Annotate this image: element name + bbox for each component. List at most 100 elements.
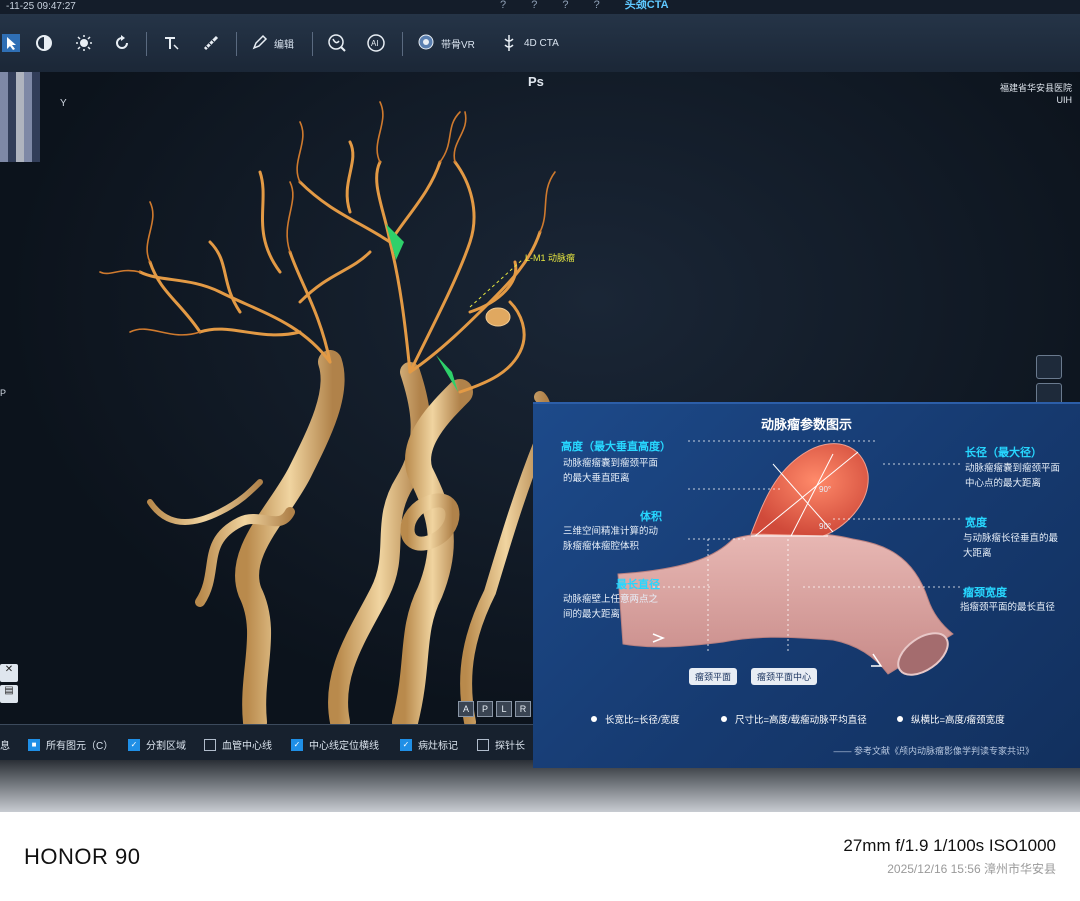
option-info-label: 息 bbox=[0, 741, 10, 752]
height-title: 高度（最大垂直高度） bbox=[561, 441, 671, 453]
device-brand: HONOR 90 bbox=[24, 844, 141, 869]
volume-title: 体积 bbox=[640, 511, 662, 523]
tab-2[interactable]: ? bbox=[531, 0, 537, 11]
volume-desc-line: 脉瘤瘤体瘤腔体积 bbox=[563, 541, 640, 552]
ratio-height-neck: 纵横比=高度/瘤颈宽度 bbox=[897, 712, 1005, 726]
neck-plane-tag: 瘤颈平面 bbox=[689, 668, 738, 685]
rotate-icon bbox=[111, 32, 133, 54]
width-desc: 与动脉瘤长径垂直的最 大距离 bbox=[963, 531, 1058, 561]
option-lesion-marker-label: 病灶标记 bbox=[418, 741, 458, 752]
angle-label: 90° bbox=[819, 485, 832, 494]
side-marker: P bbox=[0, 388, 7, 398]
svg-text:AI: AI bbox=[371, 39, 379, 48]
toolbar-separator bbox=[402, 32, 403, 56]
ruler-tool[interactable] bbox=[200, 30, 222, 56]
option-probe-length[interactable]: 探针长 bbox=[477, 737, 525, 752]
ratio-aspect-text: 长宽比=长径/宽度 bbox=[605, 715, 680, 726]
checkbox-probe-length[interactable] bbox=[477, 738, 489, 751]
vendor-name: UIH bbox=[1056, 95, 1073, 105]
max-diameter-desc: 动脉瘤壁上任意两点之 间的最大距离 bbox=[563, 592, 658, 622]
aneurysm-annotation[interactable]: L-M1 动脉瘤 bbox=[525, 251, 575, 264]
brightness-tool[interactable] bbox=[73, 30, 95, 56]
cta4d-tool[interactable]: 4D CTA bbox=[498, 30, 559, 56]
bone-vr-label: 带骨VR bbox=[441, 39, 475, 51]
toolbar-separator bbox=[312, 32, 313, 56]
aneurysm-parameter-panel: 动脉瘤参数图示 高度（最大垂直高度） 动脉瘤瘤囊到瘤颈平面 的最大垂直距离 体积… bbox=[533, 402, 1080, 768]
datetime: -11-25 09:47:27 bbox=[6, 1, 76, 12]
tab-4[interactable]: ? bbox=[594, 0, 600, 11]
orientation-y-label: Y bbox=[60, 98, 67, 109]
neck-width-title: 瘤颈宽度 bbox=[963, 587, 1007, 599]
vessel-tool[interactable] bbox=[326, 30, 348, 56]
length-title: 长径（最大径） bbox=[965, 447, 1042, 459]
module-tabs: ? ? ? ? 头颈CTA bbox=[500, 0, 691, 12]
pointer-tool[interactable] bbox=[0, 30, 22, 56]
option-all-primitives-label: 所有图元（C） bbox=[46, 741, 114, 752]
toolbar-separator bbox=[236, 32, 237, 56]
option-lesion-marker[interactable]: ✓ 病灶标记 bbox=[400, 737, 458, 752]
option-vessel-centerline-label: 血管中心线 bbox=[222, 741, 272, 752]
toolbar: 编辑 AI 带骨VR 4D CTA bbox=[0, 14, 1080, 74]
max-diameter-title: 最长直径 bbox=[616, 579, 660, 591]
width-desc-line: 与动脉瘤长径垂直的最 bbox=[963, 533, 1059, 544]
neck-center-tag: 瘤颈平面中心 bbox=[751, 668, 818, 685]
cta4d-icon bbox=[498, 32, 520, 54]
contrast-tool[interactable] bbox=[33, 30, 55, 56]
text-annotation-icon bbox=[160, 32, 182, 54]
option-vessel-centerline[interactable]: 血管中心线 bbox=[204, 737, 272, 752]
option-centerline-crosshair[interactable]: ✓ 中心线定位横线 bbox=[291, 737, 379, 752]
layers-icon[interactable]: ▤ bbox=[0, 685, 18, 703]
volume-desc: 三维空间精准计算的动 脉瘤瘤体瘤腔体积 bbox=[563, 524, 658, 554]
option-centerline-crosshair-label: 中心线定位横线 bbox=[309, 741, 379, 752]
edit-icon bbox=[248, 32, 270, 54]
patient-info-redacted bbox=[0, 72, 40, 162]
monitor-photo: -11-25 09:47:27 ? ? ? ? 头颈CTA 编辑 AI 带骨VR… bbox=[0, 0, 1080, 812]
neck-width-desc-line: 指瘤颈平面的最长直径 bbox=[960, 602, 1056, 613]
hospital-info: 福建省华安县医院 UIH bbox=[1000, 82, 1072, 106]
checkbox-lesion-marker[interactable]: ✓ bbox=[400, 738, 412, 751]
option-all-primitives[interactable]: ■ 所有图元（C） bbox=[28, 737, 113, 752]
tab-1[interactable]: ? bbox=[500, 0, 506, 11]
max-diameter-desc-line: 间的最大距离 bbox=[563, 609, 621, 620]
tab-head-neck-cta[interactable]: 头颈CTA bbox=[625, 0, 669, 11]
close-icon[interactable]: ✕ bbox=[0, 664, 18, 682]
ai-icon: AI bbox=[365, 32, 387, 54]
ruler-icon bbox=[200, 32, 222, 54]
width-desc-line: 大距离 bbox=[963, 548, 992, 559]
length-desc-line: 动脉瘤瘤囊到瘤颈平面 bbox=[965, 463, 1061, 474]
height-desc-line: 动脉瘤瘤囊到瘤颈平面 bbox=[563, 458, 659, 469]
ratio-height-neck-text: 纵横比=高度/瘤颈宽度 bbox=[911, 715, 1005, 726]
rotate-tool[interactable] bbox=[111, 30, 133, 56]
checkbox-centerline-crosshair[interactable]: ✓ bbox=[291, 738, 303, 751]
time-location-stamp: 2025/12/16 15:56 漳州市华安县 bbox=[887, 862, 1056, 876]
orient-p-button[interactable]: P bbox=[477, 701, 493, 717]
orient-a-button[interactable]: A bbox=[458, 701, 474, 717]
hospital-name: 福建省华安县医院 bbox=[999, 83, 1072, 93]
exif-info: 27mm f/1.9 1/100s ISO1000 bbox=[843, 836, 1056, 855]
photo-watermark-footer: HONOR 90 27mm f/1.9 1/100s ISO1000 2025/… bbox=[0, 812, 1080, 901]
ratio-size: 尺寸比=高度/载瘤动脉平均直径 bbox=[721, 712, 867, 726]
length-desc-line: 中心点的最大距离 bbox=[965, 478, 1042, 489]
option-info: 息 bbox=[0, 737, 10, 752]
vessel-icon bbox=[326, 32, 348, 54]
height-desc-line: 的最大垂直距离 bbox=[563, 473, 630, 484]
ai-tool[interactable]: AI bbox=[365, 30, 387, 56]
orient-l-button[interactable]: L bbox=[496, 701, 512, 717]
view-orientation-label: Ps bbox=[528, 74, 544, 89]
checkbox-vessel-centerline[interactable] bbox=[204, 738, 216, 751]
option-probe-length-label: 探针长 bbox=[495, 741, 525, 752]
tab-3[interactable]: ? bbox=[562, 0, 568, 11]
checkbox-segmentation[interactable]: ✓ bbox=[128, 738, 140, 751]
brightness-icon bbox=[73, 32, 95, 54]
option-segmentation[interactable]: ✓ 分割区域 bbox=[128, 737, 186, 752]
text-annotation-tool[interactable] bbox=[160, 30, 182, 56]
bone-vr-icon bbox=[415, 32, 437, 54]
orient-r-button[interactable]: R bbox=[515, 701, 531, 717]
view-reset-icon[interactable] bbox=[1036, 355, 1062, 379]
checkbox-all-primitives[interactable]: ■ bbox=[28, 738, 40, 751]
edit-tool[interactable]: 编辑 bbox=[248, 30, 294, 56]
height-desc: 动脉瘤瘤囊到瘤颈平面 的最大垂直距离 bbox=[563, 456, 658, 486]
angle-label: 90° bbox=[819, 522, 832, 531]
neck-width-desc: 指瘤颈平面的最长直径 bbox=[960, 600, 1055, 615]
bone-vr-tool[interactable]: 带骨VR bbox=[415, 30, 475, 56]
